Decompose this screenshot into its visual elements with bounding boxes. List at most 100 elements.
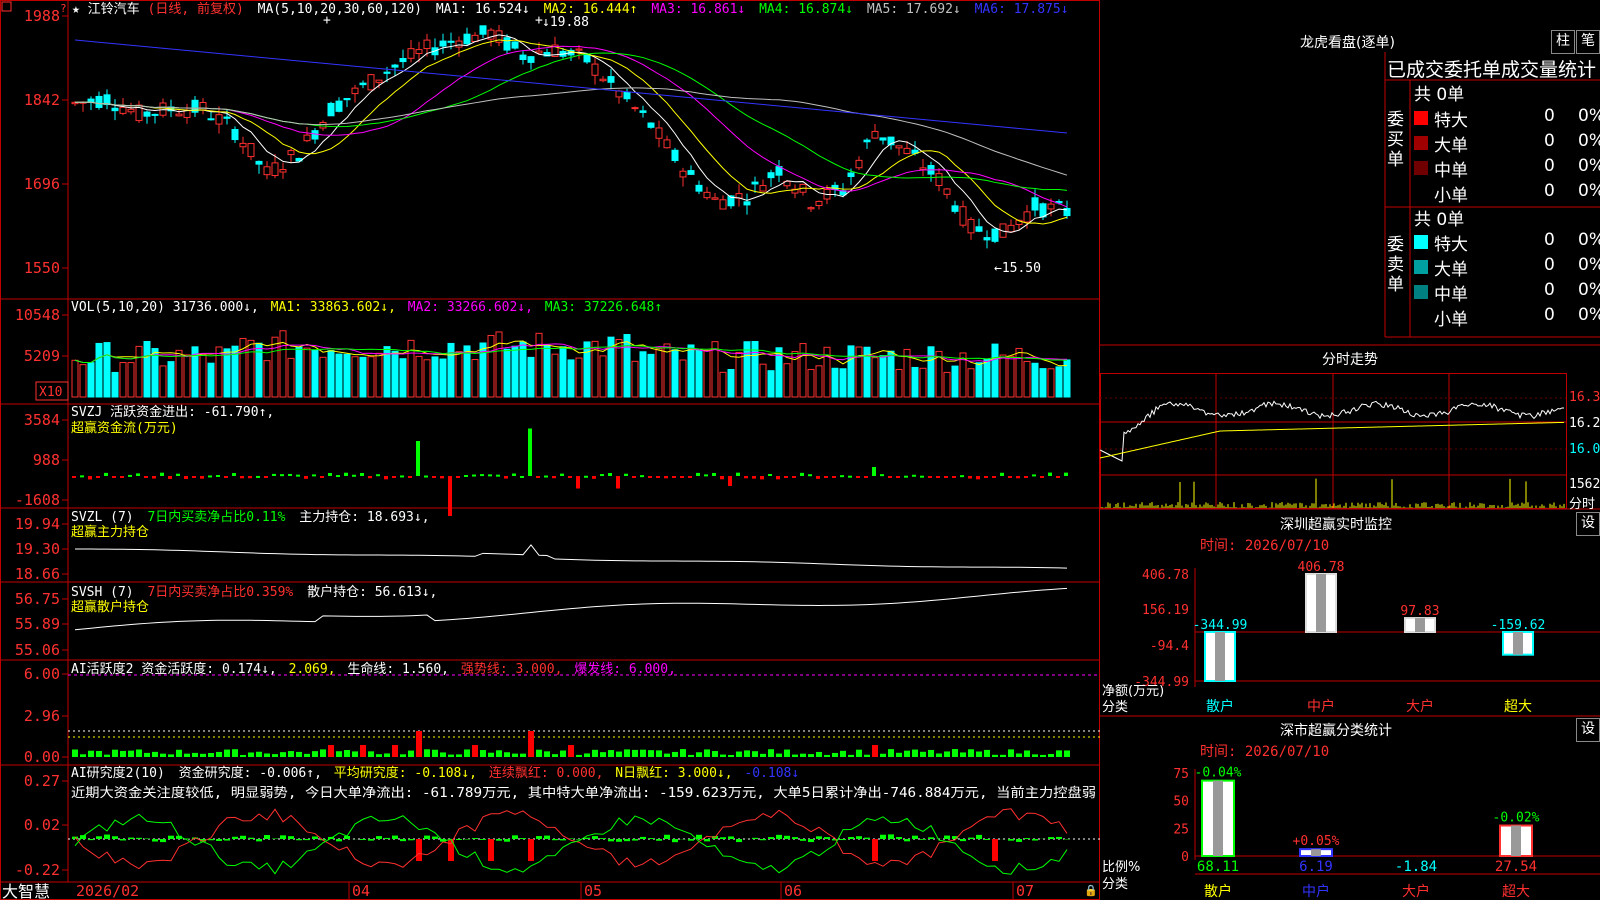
research-bar [152, 839, 158, 842]
fundflow-bar [728, 476, 732, 486]
candle-body [335, 100, 343, 112]
activity-bar [896, 752, 902, 757]
candle-body [975, 226, 983, 232]
sz-settings-button[interactable]: 设 [1576, 512, 1600, 536]
candle-body [343, 97, 351, 101]
fundflow-bar [336, 475, 340, 478]
research-bar [400, 839, 406, 842]
activity-bar [928, 749, 934, 757]
fundflow-bar [424, 475, 428, 478]
research-bar [160, 839, 166, 843]
candle-body [903, 147, 911, 155]
activity-bar [616, 751, 622, 757]
sz-bar-shade [1513, 632, 1523, 655]
candle-body [231, 129, 239, 141]
activity-bar [424, 749, 430, 757]
volume-bar [735, 351, 743, 398]
activity-bar [1064, 750, 1070, 757]
help-icon[interactable]: ? [60, 2, 67, 15]
ai-active-tick: 6.00 [24, 665, 60, 683]
sc-settings-button[interactable]: 设 [1576, 718, 1600, 742]
activity-bar [824, 754, 830, 757]
volume-bar [359, 356, 367, 398]
ai-research-tick: 0.27 [24, 772, 60, 790]
volume-bar [991, 343, 999, 398]
row-count: 0 [1544, 131, 1555, 151]
fundflow-bar [632, 476, 636, 478]
volume-bar [943, 371, 951, 398]
research-bar [824, 837, 830, 839]
sc-tick: 50 [1173, 795, 1189, 810]
volume-bar [223, 348, 231, 398]
volume-bar [807, 368, 815, 398]
activity-bar [160, 753, 166, 757]
activity-bar [728, 754, 734, 757]
volume-bar [295, 346, 303, 398]
panel-menu-icon[interactable] [1, 1, 12, 12]
fundflow-bar [96, 476, 100, 478]
vol-unit: X10 [39, 385, 62, 400]
volume-bar [143, 340, 151, 398]
candle-body [623, 91, 631, 100]
volume-bar [1031, 362, 1039, 398]
activity-bar [888, 749, 894, 757]
date-tick: 2026/02 [76, 882, 139, 900]
sell-orders-label: 委卖单 [1387, 235, 1404, 295]
fundflow-bar [920, 475, 924, 478]
bar-view-button[interactable]: 柱 [1551, 30, 1575, 54]
fundflow-bar [1040, 476, 1044, 478]
fundflow-bar [480, 474, 484, 477]
fundflow-bar [808, 474, 812, 477]
volume-bar [311, 349, 319, 398]
sz-bar-label: -344.99 [1193, 618, 1248, 633]
candle-body [215, 114, 223, 125]
sc-tick: 25 [1173, 822, 1189, 837]
research-bar [128, 837, 134, 839]
sz-category-label: 中户 [1307, 698, 1335, 715]
volume-bar [439, 358, 447, 398]
sc-bar-shade [1511, 825, 1521, 856]
main-hold-line [74, 544, 1068, 569]
activity-bar [408, 750, 414, 757]
main-chart-svg[interactable]: 1988 1842 1696 1550 10548 5209 3584 988 … [0, 0, 1100, 900]
ma-line [74, 52, 1068, 191]
fundflow-bar [400, 475, 404, 478]
candle-body [855, 159, 863, 169]
activity-bar [656, 750, 662, 757]
volume-bar [631, 360, 639, 398]
candle-body [207, 118, 215, 121]
fundflow-bar [512, 473, 516, 476]
candle-body [647, 122, 655, 128]
research-bar [144, 838, 150, 839]
research-bar [416, 839, 422, 861]
row-count: 0 [1544, 106, 1555, 126]
candle-body [631, 107, 639, 110]
activity-bar [1056, 750, 1062, 757]
fundflow-bar [784, 476, 788, 478]
candle-body [1007, 224, 1015, 233]
fundflow-bar [552, 476, 556, 479]
volume-bar [551, 353, 559, 398]
research-bar [512, 835, 518, 839]
volume-bar [559, 346, 567, 398]
fundflow-bar [104, 472, 108, 476]
activity-bar [104, 754, 110, 757]
sell-row-l: 大单 0 0% [1412, 255, 1600, 280]
fundflow-bar [88, 476, 92, 480]
research-bar [944, 835, 950, 839]
fundflow-bar [544, 475, 548, 478]
research-bar [280, 835, 286, 839]
sz-bar-shade [1316, 574, 1326, 632]
row-pct: 0% [1578, 255, 1600, 275]
volume-bar [487, 335, 495, 398]
activity-bar [120, 750, 126, 757]
activity-bar [600, 752, 606, 757]
activity-bar [456, 754, 462, 757]
research-bar [424, 835, 430, 839]
lock-icon[interactable]: 🔒 [1084, 884, 1098, 897]
tick-view-button[interactable]: 笔 [1576, 30, 1600, 54]
activity-bar [944, 751, 950, 757]
candle-body [399, 57, 407, 63]
buy-rows: 特大 0 0% 大单 0 0% 中单 0 0% 小单 0 0% [1412, 106, 1600, 206]
high-price-label: ↓19.88 [542, 15, 589, 30]
